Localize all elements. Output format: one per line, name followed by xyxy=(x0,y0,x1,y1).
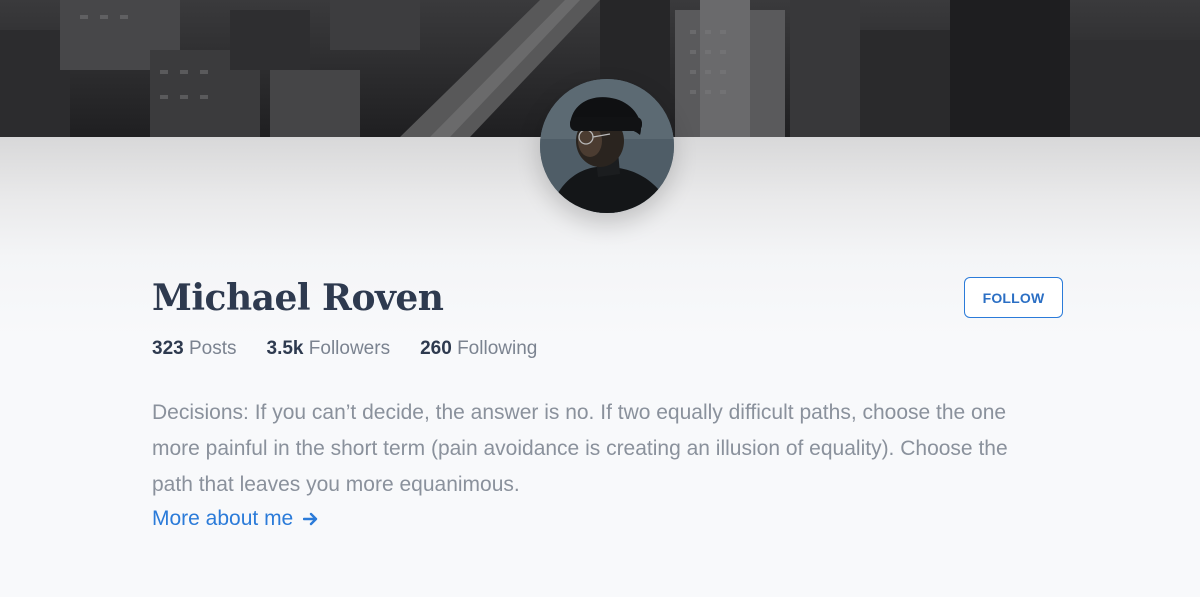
profile-name: Michael Roven xyxy=(152,277,444,319)
profile-stats: 323 Posts 3.5k Followers 260 Following xyxy=(152,338,537,360)
stat-followers[interactable]: 3.5k Followers xyxy=(267,338,391,360)
avatar[interactable] xyxy=(540,79,674,213)
arrow-right-icon xyxy=(303,511,319,527)
stat-label: Followers xyxy=(308,338,391,359)
stat-posts[interactable]: 323 Posts xyxy=(152,338,237,360)
stat-value: 3.5k xyxy=(266,338,304,359)
more-about-me-link[interactable]: More about me xyxy=(152,505,319,533)
stat-label: Following xyxy=(457,338,538,359)
more-link-label: More about me xyxy=(152,507,294,530)
follow-button[interactable]: FOLLOW xyxy=(964,277,1063,318)
stat-label: Posts xyxy=(188,338,237,359)
stat-value: 323 xyxy=(152,338,184,359)
stat-value: 260 xyxy=(420,338,452,359)
profile-bio: Decisions: If you can’t decide, the answ… xyxy=(152,401,1008,496)
stat-following[interactable]: 260 Following xyxy=(420,338,537,360)
